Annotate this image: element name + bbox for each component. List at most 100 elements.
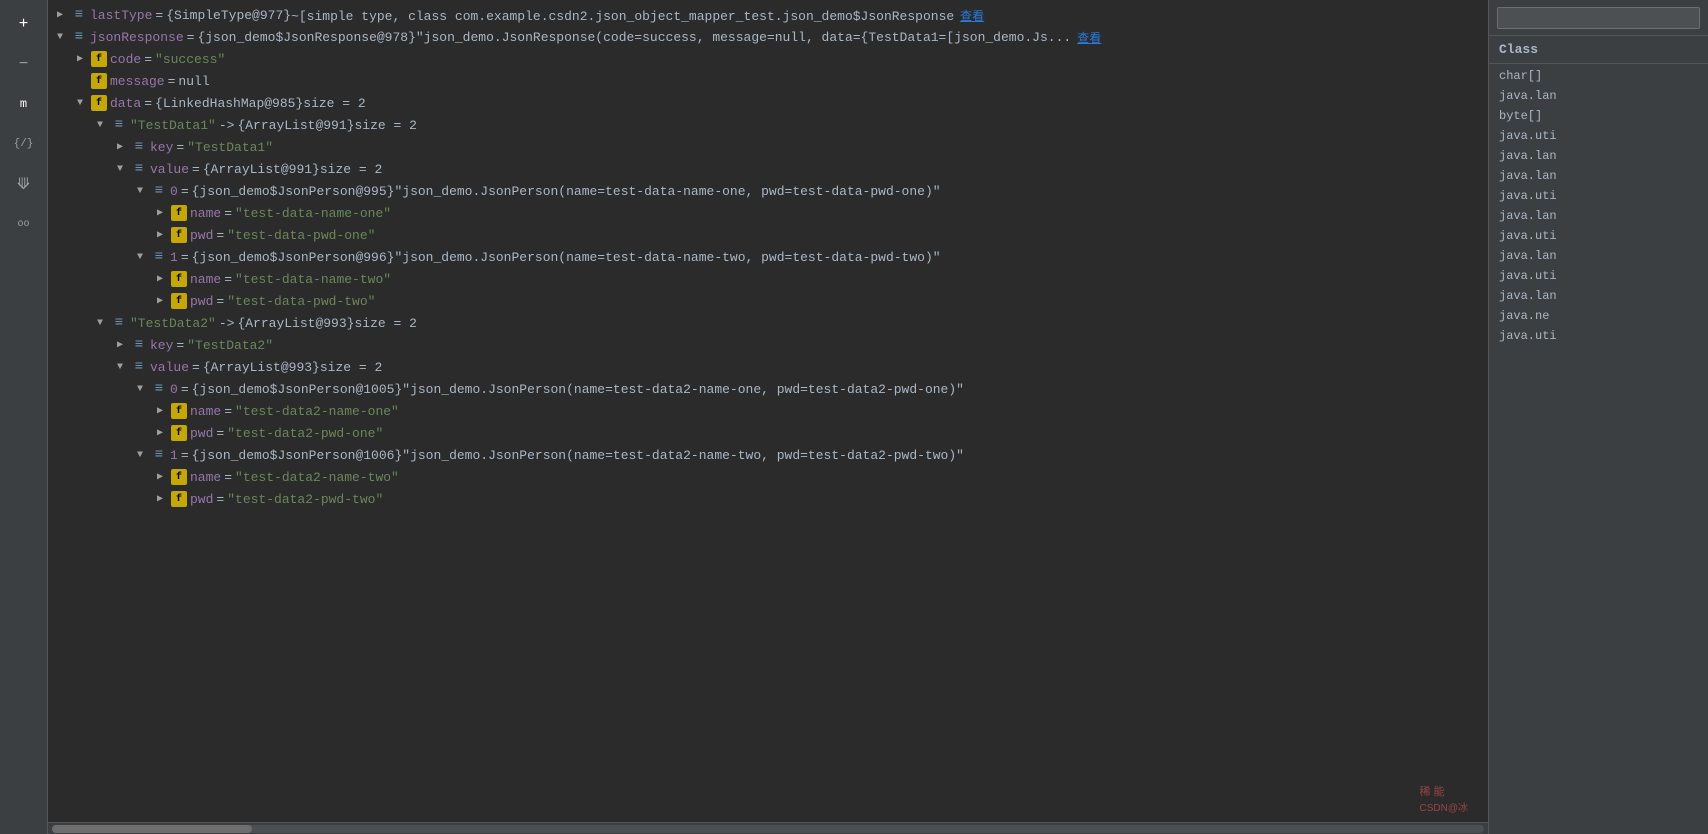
var-value: {SimpleType@977} (166, 8, 291, 23)
tree-row[interactable]: ▶fname = "test-data2-name-two" (48, 466, 1488, 488)
right-panel-item[interactable]: java.ne (1489, 306, 1708, 326)
var-name: pwd (190, 228, 213, 243)
tree-row[interactable]: ▶fcode = "success" (48, 48, 1488, 70)
toggle-arrow[interactable]: ▼ (132, 381, 148, 397)
toggle-arrow[interactable]: ▼ (52, 29, 68, 45)
var-value: {ArrayList@993} (237, 316, 354, 331)
right-panel-item[interactable]: java.lan (1489, 286, 1708, 306)
toggle-arrow[interactable]: ▶ (152, 271, 168, 287)
search-input[interactable] (1497, 7, 1700, 29)
m-icon[interactable]: m (6, 86, 42, 122)
var-equals: = (181, 448, 189, 463)
right-panel-item[interactable]: java.lan (1489, 86, 1708, 106)
toggle-arrow[interactable]: ▼ (92, 315, 108, 331)
right-panel-item[interactable]: java.uti (1489, 126, 1708, 146)
tree-row[interactable]: ▶lastType = {SimpleType@977} ~[simple ty… (48, 4, 1488, 26)
horizontal-scrollbar[interactable] (48, 822, 1488, 834)
tree-row[interactable]: ▼"TestData1" -> {ArrayList@991} size = 2 (48, 114, 1488, 136)
tree-row[interactable]: ▼1 = {json_demo$JsonPerson@1006} "json_d… (48, 444, 1488, 466)
toggle-arrow[interactable]: ▼ (92, 117, 108, 133)
var-name: value (150, 360, 189, 375)
right-panel-item[interactable]: java.lan (1489, 146, 1708, 166)
list-icon (131, 359, 147, 375)
var-equals: = (181, 382, 189, 397)
var-name: name (190, 404, 221, 419)
right-panel-item[interactable]: java.lan (1489, 246, 1708, 266)
var-equals: = (176, 338, 184, 353)
toggle-arrow[interactable]: ▼ (132, 183, 148, 199)
right-panel-item[interactable]: char[] (1489, 66, 1708, 86)
tree-row[interactable]: ▶fname = "test-data-name-two" (48, 268, 1488, 290)
var-value: "test-data-name-two" (235, 272, 391, 287)
toggle-arrow[interactable]: ▶ (152, 425, 168, 441)
tree-row[interactable]: fmessage = null (48, 70, 1488, 92)
toggle-arrow[interactable]: ▶ (52, 7, 68, 23)
right-panel-item[interactable]: java.lan (1489, 206, 1708, 226)
list-icon (151, 249, 167, 265)
tree-row[interactable]: ▼0 = {json_demo$JsonPerson@995} "json_de… (48, 180, 1488, 202)
tree-row[interactable]: ▶key = "TestData1" (48, 136, 1488, 158)
var-equals: = (192, 360, 200, 375)
field-icon: f (171, 403, 187, 419)
toggle-arrow[interactable]: ▶ (152, 469, 168, 485)
glasses-icon[interactable]: oo (6, 206, 42, 242)
right-panel-header: Class (1489, 36, 1708, 64)
toggle-arrow[interactable]: ▼ (112, 359, 128, 375)
minus-icon[interactable]: − (6, 46, 42, 82)
toggle-arrow[interactable]: ▼ (132, 249, 148, 265)
view-link[interactable]: 查看 (1077, 29, 1101, 46)
toggle-arrow[interactable]: ▼ (72, 95, 88, 111)
var-name: value (150, 162, 189, 177)
right-panel-item[interactable]: java.uti (1489, 326, 1708, 346)
right-panel-item[interactable]: java.uti (1489, 266, 1708, 286)
toggle-arrow[interactable]: ▶ (152, 491, 168, 507)
right-panel-item[interactable]: java.uti (1489, 226, 1708, 246)
toggle-arrow[interactable]: ▶ (112, 337, 128, 353)
plus-icon[interactable]: + (6, 6, 42, 42)
tree-row[interactable]: ▼value = {ArrayList@993} size = 2 (48, 356, 1488, 378)
tree-row[interactable]: ▶fpwd = "test-data-pwd-one" (48, 224, 1488, 246)
field-icon: f (171, 491, 187, 507)
var-name: name (190, 470, 221, 485)
tree-row[interactable]: ▶fname = "test-data2-name-one" (48, 400, 1488, 422)
tree-row[interactable]: ▶fpwd = "test-data2-pwd-one" (48, 422, 1488, 444)
list-icon (151, 447, 167, 463)
toggle-arrow[interactable]: ▶ (112, 139, 128, 155)
toggle-arrow[interactable]: ▶ (72, 51, 88, 67)
tree-row[interactable]: ▼"TestData2" -> {ArrayList@993} size = 2 (48, 312, 1488, 334)
debug-tree[interactable]: ▶lastType = {SimpleType@977} ~[simple ty… (48, 0, 1488, 822)
list-icon (151, 381, 167, 397)
var-name: key (150, 338, 173, 353)
tree-row[interactable]: ▼0 = {json_demo$JsonPerson@1005} "json_d… (48, 378, 1488, 400)
var-description: size = 2 (320, 360, 382, 375)
var-equals: -> (219, 118, 235, 133)
tree-row[interactable]: ▶fname = "test-data-name-one" (48, 202, 1488, 224)
brace-icon[interactable]: {/} (6, 126, 42, 162)
right-panel-item[interactable]: java.uti (1489, 186, 1708, 206)
var-value: null (178, 74, 209, 89)
var-value: "test-data2-name-one" (235, 404, 399, 419)
tree-row[interactable]: ▼1 = {json_demo$JsonPerson@996} "json_de… (48, 246, 1488, 268)
tree-row[interactable]: ▼fdata = {LinkedHashMap@985} size = 2 (48, 92, 1488, 114)
var-equals: = (224, 272, 232, 287)
var-equals: = (144, 52, 152, 67)
scrollbar-thumb[interactable] (52, 825, 252, 833)
toggle-arrow[interactable]: ▶ (152, 227, 168, 243)
tree-row[interactable]: ▼jsonResponse = {json_demo$JsonResponse@… (48, 26, 1488, 48)
right-panel-item[interactable]: java.lan (1489, 166, 1708, 186)
tree-row[interactable]: ▶key = "TestData2" (48, 334, 1488, 356)
right-panel-item[interactable]: byte[] (1489, 106, 1708, 126)
tree-row[interactable]: ▼value = {ArrayList@991} size = 2 (48, 158, 1488, 180)
toggle-arrow[interactable]: ▼ (132, 447, 148, 463)
toggle-arrow[interactable]: ▶ (152, 205, 168, 221)
view-link[interactable]: 查看 (960, 10, 984, 24)
toggle-arrow[interactable]: ▼ (112, 161, 128, 177)
var-equals: -> (219, 316, 235, 331)
list-icon (111, 315, 127, 331)
tree-row[interactable]: ▶fpwd = "test-data2-pwd-two" (48, 488, 1488, 510)
toggle-placeholder (72, 73, 88, 89)
step-over-icon[interactable]: ⟱ (6, 166, 42, 202)
toggle-arrow[interactable]: ▶ (152, 293, 168, 309)
tree-row[interactable]: ▶fpwd = "test-data-pwd-two" (48, 290, 1488, 312)
toggle-arrow[interactable]: ▶ (152, 403, 168, 419)
